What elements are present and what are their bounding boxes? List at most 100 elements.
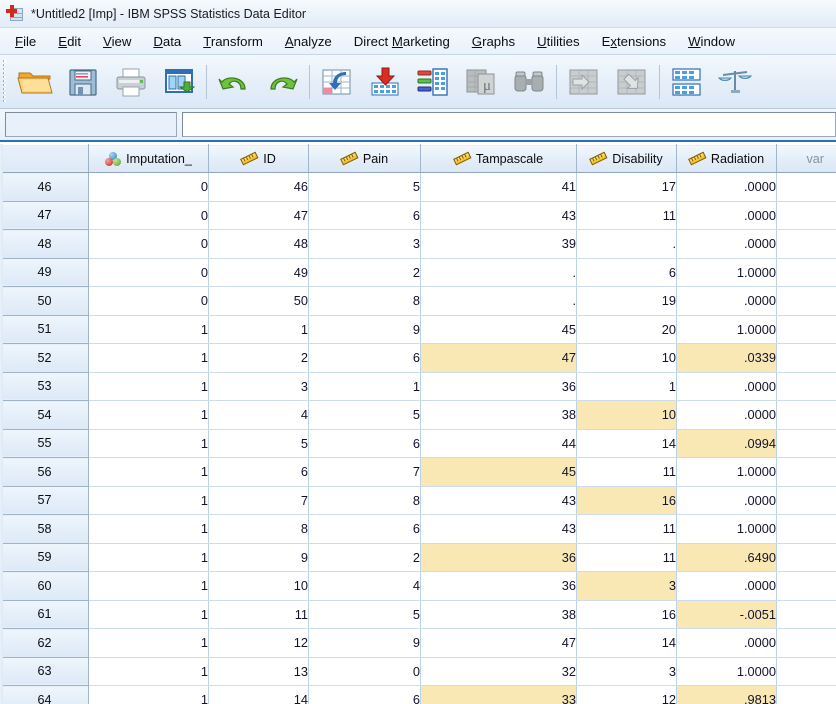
grid-cell[interactable]: 36 bbox=[421, 372, 577, 401]
row-header[interactable]: 47 bbox=[1, 201, 89, 230]
column-header-radiation[interactable]: Radiation bbox=[677, 145, 777, 173]
table-row[interactable]: 4704764311.0000 bbox=[1, 201, 836, 230]
grid-cell[interactable]: 20 bbox=[577, 315, 677, 344]
grid-cell[interactable]: 45 bbox=[421, 315, 577, 344]
column-header-pain[interactable]: Pain bbox=[309, 145, 421, 173]
grid-cell[interactable] bbox=[777, 230, 836, 259]
grid-cell[interactable]: 1.0000 bbox=[677, 458, 777, 487]
goto-variable-button[interactable] bbox=[361, 59, 409, 105]
row-header[interactable]: 49 bbox=[1, 258, 89, 287]
table-row[interactable]: 490492.61.0000 bbox=[1, 258, 836, 287]
grid-cell[interactable]: 1 bbox=[89, 372, 209, 401]
grid-cell[interactable]: 1.0000 bbox=[677, 515, 777, 544]
weight-cases-button[interactable] bbox=[711, 59, 759, 105]
redo-button[interactable] bbox=[258, 59, 306, 105]
grid-cell[interactable]: 4 bbox=[309, 572, 421, 601]
row-header[interactable]: 59 bbox=[1, 543, 89, 572]
grid-cell[interactable]: 39 bbox=[421, 230, 577, 259]
grid-cell[interactable]: 1 bbox=[89, 486, 209, 515]
grid-cell[interactable]: 9 bbox=[309, 629, 421, 658]
grid-cell[interactable]: 16 bbox=[577, 600, 677, 629]
grid-cell[interactable]: .0000 bbox=[677, 629, 777, 658]
grid-cell[interactable]: 6 bbox=[309, 344, 421, 373]
grid-cell[interactable]: 11 bbox=[577, 543, 677, 572]
grid-cell[interactable]: 17 bbox=[577, 173, 677, 202]
grid-cell[interactable]: 9 bbox=[209, 543, 309, 572]
grid-cell[interactable]: .0000 bbox=[677, 173, 777, 202]
row-header[interactable]: 56 bbox=[1, 458, 89, 487]
grid-cell[interactable]: .0000 bbox=[677, 401, 777, 430]
grid-cell[interactable] bbox=[777, 515, 836, 544]
table-row[interactable]: 591923611.6490 bbox=[1, 543, 836, 572]
column-header-imputation[interactable]: Imputation_ bbox=[89, 145, 209, 173]
row-header[interactable]: 61 bbox=[1, 600, 89, 629]
grid-cell[interactable] bbox=[777, 629, 836, 658]
grid-cell[interactable]: 5 bbox=[209, 429, 309, 458]
row-header[interactable]: 51 bbox=[1, 315, 89, 344]
grid-cell[interactable]: 46 bbox=[209, 173, 309, 202]
grid-cell[interactable]: 6 bbox=[209, 458, 309, 487]
row-header[interactable]: 54 bbox=[1, 401, 89, 430]
grid-cell[interactable]: 11 bbox=[577, 201, 677, 230]
grid-cell[interactable]: 1 bbox=[89, 629, 209, 658]
grid-cell[interactable]: .9813 bbox=[677, 686, 777, 704]
row-header[interactable]: 63 bbox=[1, 657, 89, 686]
select-all-corner[interactable] bbox=[1, 145, 89, 173]
grid-cell[interactable]: 43 bbox=[421, 515, 577, 544]
table-row[interactable]: 5111945201.0000 bbox=[1, 315, 836, 344]
grid-cell[interactable] bbox=[777, 315, 836, 344]
row-header[interactable]: 46 bbox=[1, 173, 89, 202]
grid-cell[interactable]: .0000 bbox=[677, 201, 777, 230]
menu-item-data[interactable]: Data bbox=[142, 30, 192, 53]
find-button[interactable] bbox=[505, 59, 553, 105]
grid-cell[interactable]: .0000 bbox=[677, 572, 777, 601]
goto-case-button[interactable] bbox=[313, 59, 361, 105]
grid-cell[interactable]: 0 bbox=[89, 230, 209, 259]
grid-cell[interactable]: 44 bbox=[421, 429, 577, 458]
grid-cell[interactable]: 1.0000 bbox=[677, 657, 777, 686]
grid-cell[interactable]: 11 bbox=[577, 458, 677, 487]
data-grid[interactable]: Imputation_IDPainTampascaleDisabilityRad… bbox=[0, 144, 836, 704]
grid-cell[interactable]: 47 bbox=[421, 344, 577, 373]
table-row[interactable]: 521264710.0339 bbox=[1, 344, 836, 373]
menu-item-graphs[interactable]: Graphs bbox=[461, 30, 526, 53]
grid-cell[interactable]: 10 bbox=[209, 572, 309, 601]
grid-cell[interactable]: 14 bbox=[577, 429, 677, 458]
table-row[interactable]: 500508.19.0000 bbox=[1, 287, 836, 316]
grid-cell[interactable]: 1 bbox=[89, 657, 209, 686]
grid-cell[interactable] bbox=[777, 458, 836, 487]
grid-cell[interactable]: 10 bbox=[577, 344, 677, 373]
recall-dialogs-button[interactable] bbox=[155, 59, 203, 105]
grid-cell[interactable]: 47 bbox=[421, 629, 577, 658]
grid-cell[interactable]: 1 bbox=[309, 372, 421, 401]
grid-cell[interactable]: 4 bbox=[209, 401, 309, 430]
grid-cell[interactable]: 14 bbox=[577, 629, 677, 658]
grid-cell[interactable]: 5 bbox=[309, 600, 421, 629]
grid-cell[interactable]: 36 bbox=[421, 572, 577, 601]
grid-cell[interactable]: 6 bbox=[309, 201, 421, 230]
grid-cell[interactable]: 12 bbox=[577, 686, 677, 704]
toolbar-drag-handle[interactable] bbox=[2, 60, 9, 104]
grid-cell[interactable]: 43 bbox=[421, 201, 577, 230]
save-button[interactable] bbox=[59, 59, 107, 105]
table-row[interactable]: 541453810.0000 bbox=[1, 401, 836, 430]
grid-cell[interactable]: 1 bbox=[89, 600, 209, 629]
grid-cell[interactable]: 19 bbox=[577, 287, 677, 316]
grid-cell[interactable]: .0000 bbox=[677, 230, 777, 259]
menu-item-window[interactable]: Window bbox=[677, 30, 746, 53]
grid-cell[interactable]: 3 bbox=[209, 372, 309, 401]
table-row[interactable]: 5616745111.0000 bbox=[1, 458, 836, 487]
grid-cell[interactable] bbox=[777, 201, 836, 230]
grid-cell[interactable]: 2 bbox=[309, 543, 421, 572]
column-header-tampascale[interactable]: Tampascale bbox=[421, 145, 577, 173]
grid-cell[interactable]: 0 bbox=[89, 201, 209, 230]
grid-cell[interactable]: 1 bbox=[89, 429, 209, 458]
row-header[interactable]: 55 bbox=[1, 429, 89, 458]
grid-cell[interactable]: 6 bbox=[577, 258, 677, 287]
grid-cell[interactable]: 1.0000 bbox=[677, 315, 777, 344]
grid-cell[interactable]: 13 bbox=[209, 657, 309, 686]
grid-cell[interactable] bbox=[777, 572, 836, 601]
row-header[interactable]: 58 bbox=[1, 515, 89, 544]
grid-cell[interactable] bbox=[777, 401, 836, 430]
grid-cell[interactable]: . bbox=[421, 287, 577, 316]
